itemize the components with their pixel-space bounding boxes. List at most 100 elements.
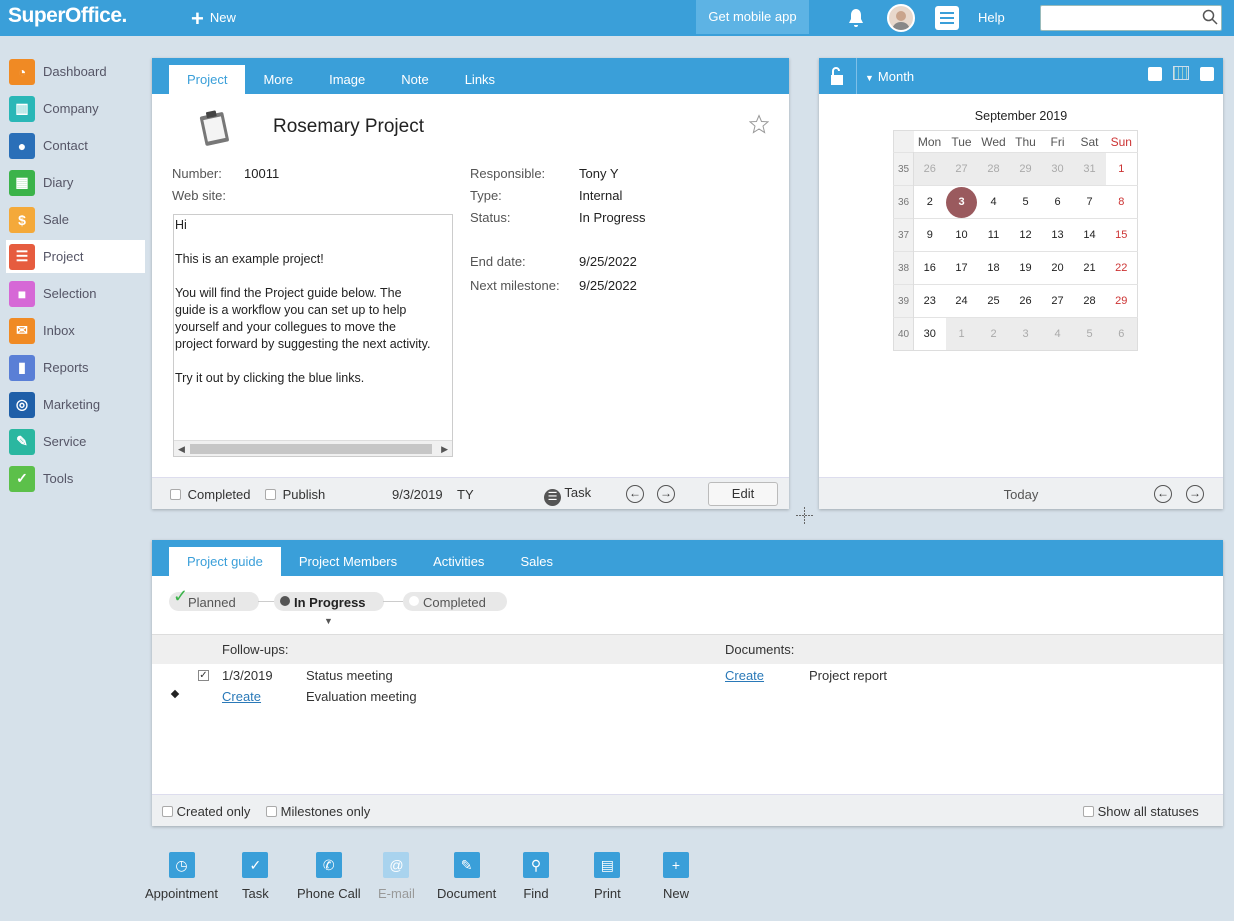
calendar-day[interactable]: 10 [945,218,978,252]
new-button[interactable]: + New [191,6,236,30]
calendar-day[interactable]: 14 [1073,218,1106,252]
calendar-day[interactable]: 28 [977,152,1010,186]
calendar-day[interactable]: 4 [1041,317,1074,351]
calendar-day[interactable]: 26 [1009,284,1042,318]
calendar-day[interactable]: 11 [977,218,1010,252]
document-button[interactable]: ✎ Document [437,852,496,901]
calendar-day[interactable]: 27 [1041,284,1074,318]
calendar-day[interactable]: 20 [1041,251,1074,285]
calendar-day[interactable]: 13 [1041,218,1074,252]
sidebar-item-company[interactable]: ▥ Company [6,92,145,125]
calendar-day[interactable]: 1 [945,317,978,351]
stage-planned[interactable]: ✓ Planned [169,586,259,611]
calendar-day[interactable]: 30 [1041,152,1074,186]
tab-image[interactable]: Image [311,65,383,94]
resize-handle-icon[interactable] [796,507,813,524]
search-input[interactable] [1040,5,1222,31]
calendar-day[interactable]: 2 [913,185,946,219]
calendar-day[interactable]: 3 [945,185,978,219]
tab-activities[interactable]: Activities [415,547,502,576]
sidebar-item-inbox[interactable]: ✉ Inbox [6,314,145,347]
calendar-day[interactable]: 9 [913,218,946,252]
calendar-day[interactable]: 29 [1105,284,1138,318]
calendar-day[interactable]: 28 [1073,284,1106,318]
phone-call-button[interactable]: ✆ Phone Call [297,852,361,901]
calendar-day[interactable]: 2 [977,317,1010,351]
sidebar-item-diary[interactable]: ▦ Diary [6,166,145,199]
end-date-value[interactable]: 9/25/2022 [579,254,637,269]
user-avatar[interactable] [887,4,915,32]
week-number[interactable]: 37 [893,218,914,252]
bell-icon[interactable] [844,6,868,30]
calendar-day[interactable]: 12 [1009,218,1042,252]
week-number[interactable]: 36 [893,185,914,219]
calendar-day[interactable]: 29 [1009,152,1042,186]
previous-arrow-icon[interactable]: ← [626,485,644,503]
type-value[interactable]: Internal [579,188,622,203]
calendar-day[interactable]: 3 [1009,317,1042,351]
superoffice-logo[interactable]: SuperOffice. [8,4,127,28]
sidebar-item-sale[interactable]: $ Sale [6,203,145,236]
create-followup-link[interactable]: Create [222,689,261,704]
calendar-day[interactable]: 6 [1105,317,1138,351]
tab-sales[interactable]: Sales [502,547,571,576]
calendar-day[interactable]: 31 [1073,152,1106,186]
tab-project-guide[interactable]: Project guide [169,547,281,576]
week-number[interactable]: 39 [893,284,914,318]
calendar-day[interactable]: 8 [1105,185,1138,219]
calendar-day[interactable]: 18 [977,251,1010,285]
e-mail-button[interactable]: @ E-mail [378,852,415,901]
tab-project[interactable]: Project [169,65,246,94]
contact-calendar-icon[interactable] [1148,67,1162,81]
get-mobile-app-button[interactable]: Get mobile app [696,0,809,34]
horizontal-scrollbar[interactable]: ◀ ▶ [174,440,452,456]
hamburger-menu-icon[interactable] [935,6,959,30]
calendar-grid-icon[interactable] [1173,66,1189,80]
tab-more[interactable]: More [245,65,311,94]
week-number[interactable]: 40 [893,317,914,351]
search-icon[interactable] [1202,9,1218,25]
calendar-day[interactable]: 7 [1073,185,1106,219]
calendar-day[interactable]: 1 [1105,152,1138,186]
create-document-link[interactable]: Create [725,668,764,683]
tab-links[interactable]: Links [447,65,513,94]
sidebar-item-tools[interactable]: ✓ Tools [6,462,145,495]
sidebar-item-dashboard[interactable]: ◔ Dashboard [6,55,145,88]
star-icon[interactable] [749,114,769,134]
calendar-day[interactable]: 5 [1073,317,1106,351]
calendar-day[interactable]: 22 [1105,251,1138,285]
next-month-icon[interactable]: → [1186,485,1204,503]
previous-month-icon[interactable]: ← [1154,485,1172,503]
calendar-day[interactable]: 23 [913,284,946,318]
calendar-day[interactable]: 21 [1073,251,1106,285]
created-only-checkbox[interactable]: Created only [162,804,250,819]
next-arrow-icon[interactable]: → [657,485,675,503]
calendar-day[interactable]: 4 [977,185,1010,219]
calendar-day[interactable]: 26 [913,152,946,186]
calendar-day[interactable]: 25 [977,284,1010,318]
tab-note[interactable]: Note [383,65,446,94]
calendar-search-icon[interactable] [1200,67,1214,81]
help-link[interactable]: Help [978,10,1005,25]
status-value[interactable]: In Progress [579,210,645,225]
week-number[interactable]: 35 [893,152,914,186]
completed-checkbox[interactable]: Completed [170,487,251,502]
calendar-day[interactable]: 6 [1041,185,1074,219]
calendar-day[interactable]: 16 [913,251,946,285]
sidebar-item-project[interactable]: ☰ Project [6,240,145,273]
followup-checkbox[interactable]: ✓ [198,670,209,681]
calendar-day[interactable]: 24 [945,284,978,318]
calendar-day[interactable]: 19 [1009,251,1042,285]
calendar-view-dropdown[interactable]: ▼ Month [865,69,914,84]
stage-completed[interactable]: Completed [403,592,507,611]
appointment-button[interactable]: ◷ Appointment [145,852,218,901]
edit-button[interactable]: Edit [708,482,778,506]
lock-icon[interactable] [819,58,857,94]
sidebar-item-marketing[interactable]: ◎ Marketing [6,388,145,421]
milestones-only-checkbox[interactable]: Milestones only [266,804,370,819]
publish-checkbox[interactable]: Publish [265,487,325,502]
calendar-day[interactable]: 17 [945,251,978,285]
project-description[interactable]: Hi This is an example project! You will … [173,214,453,457]
calendar-day[interactable]: 5 [1009,185,1042,219]
tab-project-members[interactable]: Project Members [281,547,415,576]
